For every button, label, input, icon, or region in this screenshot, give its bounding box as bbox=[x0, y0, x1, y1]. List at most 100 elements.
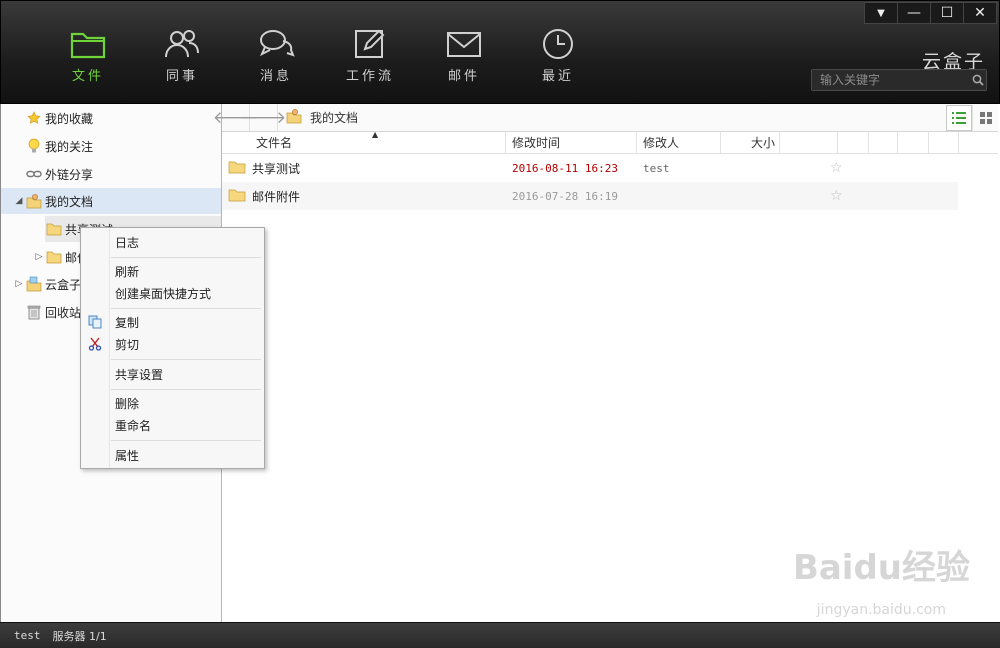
column-header-blank bbox=[780, 132, 838, 153]
nav-messages[interactable]: 消息 bbox=[229, 27, 323, 87]
menu-separator bbox=[111, 389, 261, 390]
watermark-logo: Baidu经验 bbox=[792, 548, 970, 588]
expand-arrow-icon[interactable]: ▷ bbox=[33, 252, 45, 262]
expand-arrow-icon[interactable]: ◢ bbox=[13, 196, 25, 206]
tree-item-label: 我的文档 bbox=[45, 194, 94, 209]
search-icon[interactable] bbox=[970, 70, 986, 90]
nav-label: 消息 bbox=[259, 69, 292, 84]
menu-item-properties[interactable]: 属性 bbox=[81, 444, 264, 466]
forward-arrow-icon[interactable]: 🡒 bbox=[241, 103, 286, 132]
tree-item-label: 云盒子 bbox=[45, 277, 82, 292]
folder-icon bbox=[45, 249, 63, 265]
menu-item-rename[interactable]: 重命名 bbox=[81, 414, 264, 436]
top-header: ▼ — ☐ ✕ 文件 同事 消息 工作流 邮件 最近 云盒子 输入关键字 bbox=[0, 0, 1000, 104]
nav-label: 文件 bbox=[71, 69, 104, 84]
menu-item-cut[interactable]: 剪切 bbox=[81, 333, 264, 355]
edit-icon bbox=[355, 29, 385, 58]
mail-icon bbox=[447, 32, 481, 57]
main-nav: 文件 同事 消息 工作流 邮件 最近 bbox=[41, 27, 605, 87]
close-button[interactable]: ✕ bbox=[963, 2, 997, 24]
status-server: 服务器 1/1 bbox=[52, 629, 107, 643]
tree-item-label: 我的关注 bbox=[45, 139, 94, 154]
menu-item-label: 复制 bbox=[115, 315, 140, 330]
grid-view-icon[interactable] bbox=[972, 104, 998, 131]
file-size bbox=[721, 182, 780, 210]
menu-item-label: 创建桌面快捷方式 bbox=[115, 286, 212, 301]
link-icon bbox=[25, 166, 43, 182]
column-header-size[interactable]: 大小 bbox=[721, 132, 780, 153]
breadcrumb: 我的文档 bbox=[278, 108, 358, 127]
window-controls: ▼ — ☐ ✕ bbox=[864, 2, 997, 24]
toolbar: 🡐 🡒 我的文档 bbox=[213, 103, 998, 132]
column-label: 修改时间 bbox=[512, 136, 561, 150]
menu-item-label: 属性 bbox=[115, 448, 140, 463]
tree-item-my-documents[interactable]: ◢ 我的文档 bbox=[1, 188, 221, 214]
search-input[interactable] bbox=[812, 70, 970, 90]
folder-icon bbox=[228, 188, 246, 205]
chat-icon bbox=[260, 30, 295, 57]
file-size bbox=[721, 154, 780, 182]
menu-separator bbox=[111, 308, 261, 309]
column-header-blank bbox=[838, 132, 869, 153]
watermark-url: jingyan.baidu.com bbox=[816, 602, 946, 618]
status-user: test bbox=[14, 629, 41, 642]
menu-item-label: 剪切 bbox=[115, 337, 140, 352]
nav-workflow[interactable]: 工作流 bbox=[323, 27, 417, 87]
menu-item-label: 删除 bbox=[115, 396, 140, 411]
sort-ascending-icon: ▲ bbox=[372, 130, 379, 139]
copy-icon bbox=[87, 314, 103, 330]
menu-item-label: 重命名 bbox=[115, 418, 152, 433]
column-header-blank bbox=[898, 132, 929, 153]
minimize-button[interactable]: — bbox=[897, 2, 931, 24]
menu-item-label: 日志 bbox=[115, 235, 140, 250]
table-row[interactable]: 共享测试 2016-08-11 16:23 test ☆ bbox=[222, 154, 958, 182]
tree-item-cloud-box[interactable]: ▷ 云盒子 bbox=[13, 271, 81, 297]
breadcrumb-item[interactable]: 我的文档 bbox=[310, 109, 358, 126]
nav-label: 邮件 bbox=[447, 69, 480, 84]
column-header-modified[interactable]: 修改时间 bbox=[506, 132, 637, 153]
table-header: 文件名 ▲ 修改时间 修改人 大小 bbox=[222, 130, 998, 154]
nav-label: 工作流 bbox=[345, 69, 394, 84]
maximize-button[interactable]: ☐ bbox=[930, 2, 964, 24]
star-outline-icon[interactable]: ☆ bbox=[830, 160, 843, 176]
column-header-modifier[interactable]: 修改人 bbox=[637, 132, 721, 153]
menu-item-copy[interactable]: 复制 bbox=[81, 311, 264, 333]
cloud-folder-icon bbox=[25, 276, 43, 292]
clock-icon bbox=[543, 29, 573, 59]
modified-time: 2016-08-11 16:23 bbox=[512, 161, 618, 175]
file-name: 共享测试 bbox=[252, 161, 301, 176]
trash-icon bbox=[25, 304, 43, 320]
context-menu: 日志 刷新 创建桌面快捷方式 复制 剪切 共享设置 删除 重命名 属性 bbox=[80, 227, 265, 469]
expand-arrow-icon[interactable]: ▷ bbox=[13, 279, 25, 289]
bulb-icon bbox=[25, 138, 43, 154]
nav-recent[interactable]: 最近 bbox=[511, 27, 605, 87]
menu-item-share-settings[interactable]: 共享设置 bbox=[81, 363, 264, 385]
modifier bbox=[637, 182, 721, 210]
star-outline-icon[interactable]: ☆ bbox=[830, 188, 843, 204]
column-label: 文件名 bbox=[256, 136, 293, 150]
user-folder-icon bbox=[286, 108, 302, 127]
column-header-blank bbox=[869, 132, 898, 153]
list-view-icon[interactable] bbox=[946, 104, 972, 131]
window-menu-button[interactable]: ▼ bbox=[864, 2, 898, 24]
nav-label: 同事 bbox=[165, 69, 198, 84]
folder-icon bbox=[70, 32, 106, 59]
tree-item-share-links[interactable]: 外链分享 bbox=[25, 161, 93, 187]
search-box bbox=[811, 69, 987, 91]
column-header-name[interactable]: 文件名 ▲ bbox=[222, 130, 506, 153]
tree-item-following[interactable]: 我的关注 bbox=[25, 133, 93, 159]
nav-mail[interactable]: 邮件 bbox=[417, 27, 511, 87]
menu-item-delete[interactable]: 删除 bbox=[81, 392, 264, 414]
people-icon bbox=[165, 30, 199, 58]
nav-colleagues[interactable]: 同事 bbox=[135, 27, 229, 87]
column-label: 大小 bbox=[750, 136, 775, 150]
tree-item-label: 外链分享 bbox=[45, 167, 94, 182]
nav-files[interactable]: 文件 bbox=[41, 27, 135, 87]
table-row[interactable]: 邮件附件 2016-07-28 16:19 ☆ bbox=[222, 182, 958, 210]
column-header-blank bbox=[929, 132, 959, 153]
tree-item-favorites[interactable]: 我的收藏 bbox=[25, 105, 93, 131]
tree-item-recycle-bin[interactable]: 回收站 bbox=[25, 299, 81, 325]
menu-item-create-shortcut[interactable]: 创建桌面快捷方式 bbox=[81, 282, 264, 304]
menu-item-log[interactable]: 日志 bbox=[81, 231, 264, 253]
menu-item-refresh[interactable]: 刷新 bbox=[81, 260, 264, 282]
